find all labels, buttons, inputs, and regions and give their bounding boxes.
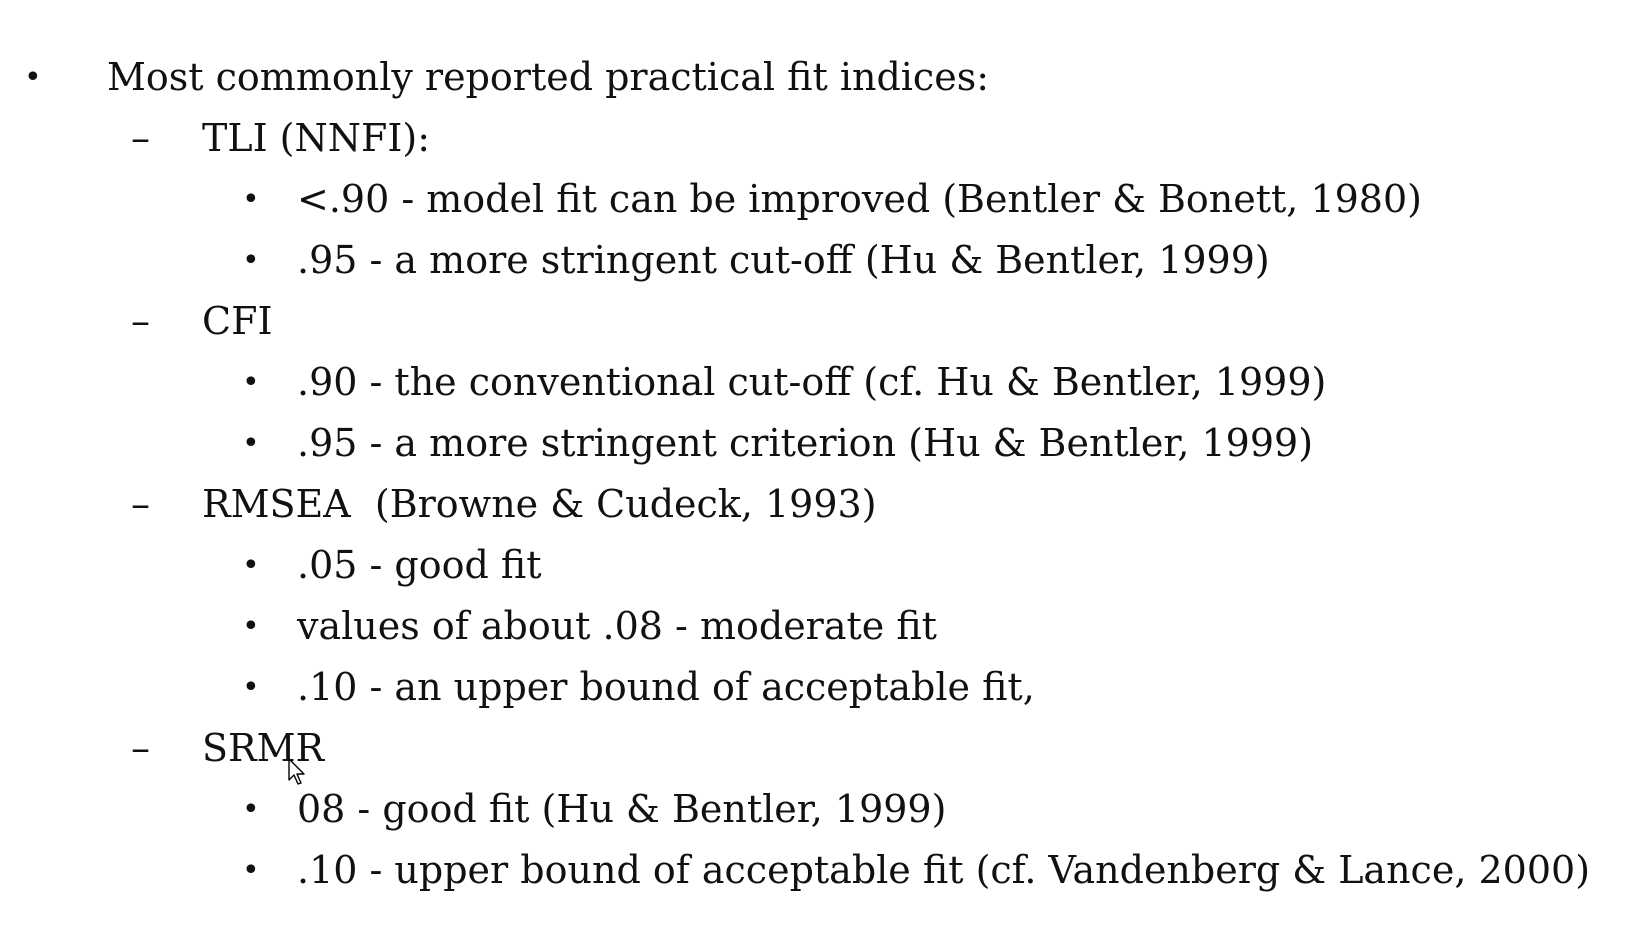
list-item-text: <.90 - model fit can be improved (Bentle… bbox=[297, 177, 1422, 221]
list-item-text: .95 - a more stringent cut-off (Hu & Ben… bbox=[297, 238, 1270, 282]
list-item: • .95 - a more stringent criterion (Hu &… bbox=[0, 413, 1634, 474]
dash-marker: – bbox=[131, 299, 150, 343]
section-rmsea: – RMSEA (Browne & Cudeck, 1993) bbox=[0, 474, 1634, 535]
bullet-marker: • bbox=[242, 243, 260, 278]
section-title: CFI bbox=[202, 299, 273, 343]
list-item-text: 08 - good fit (Hu & Bentler, 1999) bbox=[297, 787, 947, 831]
bullet-marker: • bbox=[242, 548, 260, 583]
list-item: • .95 - a more stringent cut-off (Hu & B… bbox=[0, 230, 1634, 291]
list-item-text: .95 - a more stringent criterion (Hu & B… bbox=[297, 421, 1314, 465]
list-item: • .10 - an upper bound of acceptable fit… bbox=[0, 657, 1634, 718]
bullet-marker: • bbox=[242, 426, 260, 461]
bullet-marker: • bbox=[242, 609, 260, 644]
mouse-pointer-icon bbox=[288, 758, 305, 785]
bullet-marker: • bbox=[242, 670, 260, 705]
list-item-text: values of about .08 - moderate fit bbox=[297, 604, 937, 648]
bullet-marker: • bbox=[242, 182, 260, 217]
section-title: TLI (NNFI): bbox=[202, 116, 430, 160]
list-item: • .90 - the conventional cut-off (cf. Hu… bbox=[0, 352, 1634, 413]
dash-marker: – bbox=[131, 482, 150, 526]
bullet-marker: • bbox=[242, 365, 260, 400]
list-item-text: .90 - the conventional cut-off (cf. Hu &… bbox=[297, 360, 1327, 404]
heading-text: Most commonly reported practical fit ind… bbox=[107, 55, 989, 99]
slide: • Most commonly reported practical fit i… bbox=[0, 0, 1634, 934]
bullet-marker: • bbox=[24, 60, 42, 95]
section-tli: – TLI (NNFI): bbox=[0, 108, 1634, 169]
dash-marker: – bbox=[131, 726, 150, 770]
list-item: • 08 - good fit (Hu & Bentler, 1999) bbox=[0, 779, 1634, 840]
list-item: • values of about .08 - moderate fit bbox=[0, 596, 1634, 657]
list-item-text: .05 - good fit bbox=[297, 543, 542, 587]
bullet-marker: • bbox=[242, 853, 260, 888]
list-item: • .10 - upper bound of acceptable fit (c… bbox=[0, 840, 1634, 901]
section-srmr: – SRMR bbox=[0, 718, 1634, 779]
section-cfi: – CFI bbox=[0, 291, 1634, 352]
list-item-text: .10 - an upper bound of acceptable fit, bbox=[297, 665, 1035, 709]
list-item: • .05 - good fit bbox=[0, 535, 1634, 596]
dash-marker: – bbox=[131, 116, 150, 160]
bullet-marker: • bbox=[242, 792, 260, 827]
section-title: RMSEA (Browne & Cudeck, 1993) bbox=[202, 482, 877, 526]
list-item-text: .10 - upper bound of acceptable fit (cf.… bbox=[297, 848, 1591, 892]
list-item: • <.90 - model fit can be improved (Bent… bbox=[0, 169, 1634, 230]
heading-item: • Most commonly reported practical fit i… bbox=[0, 47, 1634, 108]
